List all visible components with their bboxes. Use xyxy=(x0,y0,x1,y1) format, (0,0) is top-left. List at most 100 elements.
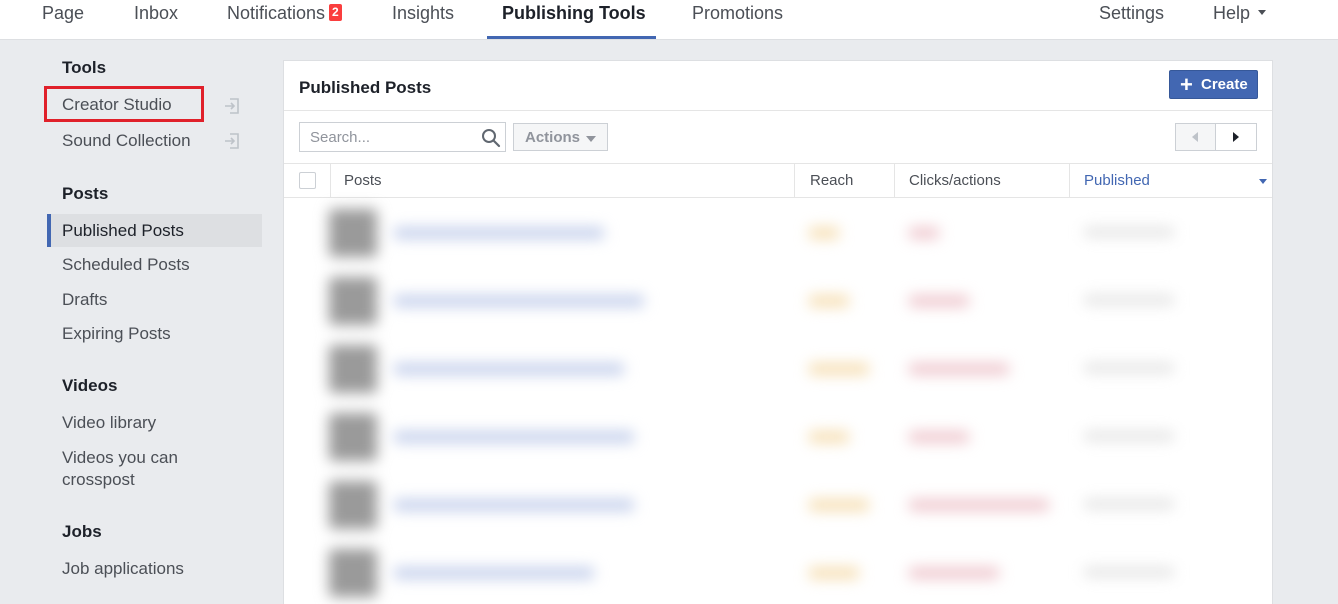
actions-dropdown[interactable]: Actions xyxy=(513,123,608,151)
column-header-clicks-actions[interactable]: Clicks/actions xyxy=(909,164,1001,197)
nav-help-label: Help xyxy=(1213,3,1251,23)
sidebar-heading-videos: Videos xyxy=(62,376,118,395)
reach-value-blurred xyxy=(809,431,849,443)
external-link-icon[interactable] xyxy=(222,131,242,151)
column-header-posts[interactable]: Posts xyxy=(344,164,382,197)
sidebar-item-job-applications[interactable]: Job applications xyxy=(62,558,184,580)
table-row[interactable] xyxy=(284,403,1272,471)
table-row[interactable] xyxy=(284,335,1272,403)
sidebar-item-drafts[interactable]: Drafts xyxy=(62,289,107,311)
reach-value-blurred xyxy=(809,567,859,579)
post-thumbnail xyxy=(329,481,377,529)
nav-tab-label: Page xyxy=(42,3,85,23)
header-divider xyxy=(284,110,1272,111)
published-date-blurred xyxy=(1084,295,1174,305)
post-title-blurred xyxy=(394,363,624,375)
post-thumbnail xyxy=(329,345,377,393)
active-tab-indicator xyxy=(487,36,656,39)
published-date-blurred xyxy=(1084,567,1174,577)
post-title-blurred xyxy=(394,431,634,443)
clicks-value-blurred xyxy=(909,363,1009,375)
create-button-label: Create xyxy=(1201,76,1248,93)
post-thumbnail xyxy=(329,209,377,257)
published-posts-panel: Published Posts + Create Actions Posts R… xyxy=(283,60,1273,604)
nav-tab-label: Promotions xyxy=(692,3,784,23)
post-title-blurred xyxy=(394,567,594,579)
creator-studio-highlight xyxy=(44,86,204,122)
chevron-right-icon xyxy=(1233,132,1239,142)
sidebar-heading-tools: Tools xyxy=(62,58,107,77)
clicks-value-blurred xyxy=(909,567,999,579)
post-title-blurred xyxy=(394,227,604,239)
sidebar-item-published-posts[interactable]: Published Posts xyxy=(62,220,184,242)
sidebar-item-video-library[interactable]: Video library xyxy=(62,412,156,434)
post-thumbnail xyxy=(329,413,377,461)
nav-tab-label: Insights xyxy=(392,3,455,23)
reach-value-blurred xyxy=(809,227,839,239)
nav-tab-publishing-tools[interactable]: Publishing Tools xyxy=(502,0,646,39)
external-link-icon[interactable] xyxy=(222,96,242,116)
post-title-blurred xyxy=(394,499,634,511)
clicks-value-blurred xyxy=(909,499,1049,511)
actions-dropdown-label: Actions xyxy=(525,129,581,146)
chevron-down-icon xyxy=(1258,10,1267,15)
chevron-down-icon xyxy=(586,136,596,142)
column-divider xyxy=(330,164,331,197)
table-row[interactable] xyxy=(284,199,1272,267)
published-date-blurred xyxy=(1084,499,1174,509)
sidebar-item-expiring-posts[interactable]: Expiring Posts xyxy=(62,323,171,345)
sidebar-item-crosspost-videos[interactable]: Videos you can crosspost xyxy=(62,447,212,491)
reach-value-blurred xyxy=(809,295,849,307)
published-date-blurred xyxy=(1084,363,1174,373)
column-divider xyxy=(794,164,795,197)
nav-tab-insights[interactable]: Insights xyxy=(392,0,454,39)
chevron-left-icon xyxy=(1192,132,1198,142)
reach-value-blurred xyxy=(809,363,869,375)
nav-tab-label: Inbox xyxy=(134,3,179,23)
nav-settings-label: Settings xyxy=(1099,3,1165,23)
create-button[interactable]: + Create xyxy=(1169,70,1258,99)
sidebar-item-scheduled-posts[interactable]: Scheduled Posts xyxy=(62,254,190,276)
table-header: Posts Reach Clicks/actions Published xyxy=(284,163,1272,198)
sidebar-heading-jobs: Jobs xyxy=(62,522,102,541)
column-divider xyxy=(1069,164,1070,197)
clicks-value-blurred xyxy=(909,431,969,443)
reach-value-blurred xyxy=(809,499,869,511)
page-title: Published Posts xyxy=(299,78,432,97)
column-divider xyxy=(894,164,895,197)
sort-descending-icon xyxy=(1259,179,1267,184)
sidebar-item-sound-collection[interactable]: Sound Collection xyxy=(62,130,191,152)
search-icon[interactable] xyxy=(481,128,501,148)
previous-page-button[interactable] xyxy=(1175,123,1216,151)
nav-help[interactable]: Help xyxy=(1213,0,1267,39)
nav-tab-inbox[interactable]: Inbox xyxy=(134,0,178,39)
published-date-blurred xyxy=(1084,227,1174,237)
next-page-button[interactable] xyxy=(1216,123,1257,151)
table-row[interactable] xyxy=(284,267,1272,335)
nav-tab-label: Notifications xyxy=(227,3,326,23)
column-header-published[interactable]: Published xyxy=(1084,164,1150,197)
search-box xyxy=(299,122,506,152)
column-header-reach[interactable]: Reach xyxy=(810,164,853,197)
sidebar-active-indicator xyxy=(47,214,51,247)
notification-count-badge: 2 xyxy=(329,4,342,21)
published-date-blurred xyxy=(1084,431,1174,441)
nav-tab-notifications[interactable]: Notifications 2 xyxy=(227,0,342,39)
post-title-blurred xyxy=(394,295,644,307)
post-thumbnail xyxy=(329,549,377,597)
select-all-checkbox[interactable] xyxy=(299,172,316,189)
sidebar-heading-posts: Posts xyxy=(62,184,109,203)
post-thumbnail xyxy=(329,277,377,325)
nav-tab-page[interactable]: Page xyxy=(42,0,84,39)
search-input[interactable] xyxy=(300,123,475,151)
top-navigation: Page Inbox Notifications 2 Insights Publi… xyxy=(0,0,1338,40)
posts-table-body xyxy=(284,199,1272,604)
clicks-value-blurred xyxy=(909,295,969,307)
plus-icon: + xyxy=(1180,72,1193,97)
table-row[interactable] xyxy=(284,471,1272,539)
table-row[interactable] xyxy=(284,539,1272,604)
clicks-value-blurred xyxy=(909,227,939,239)
nav-tab-label: Publishing Tools xyxy=(502,3,646,23)
nav-tab-promotions[interactable]: Promotions xyxy=(692,0,783,39)
nav-settings[interactable]: Settings xyxy=(1099,0,1164,39)
